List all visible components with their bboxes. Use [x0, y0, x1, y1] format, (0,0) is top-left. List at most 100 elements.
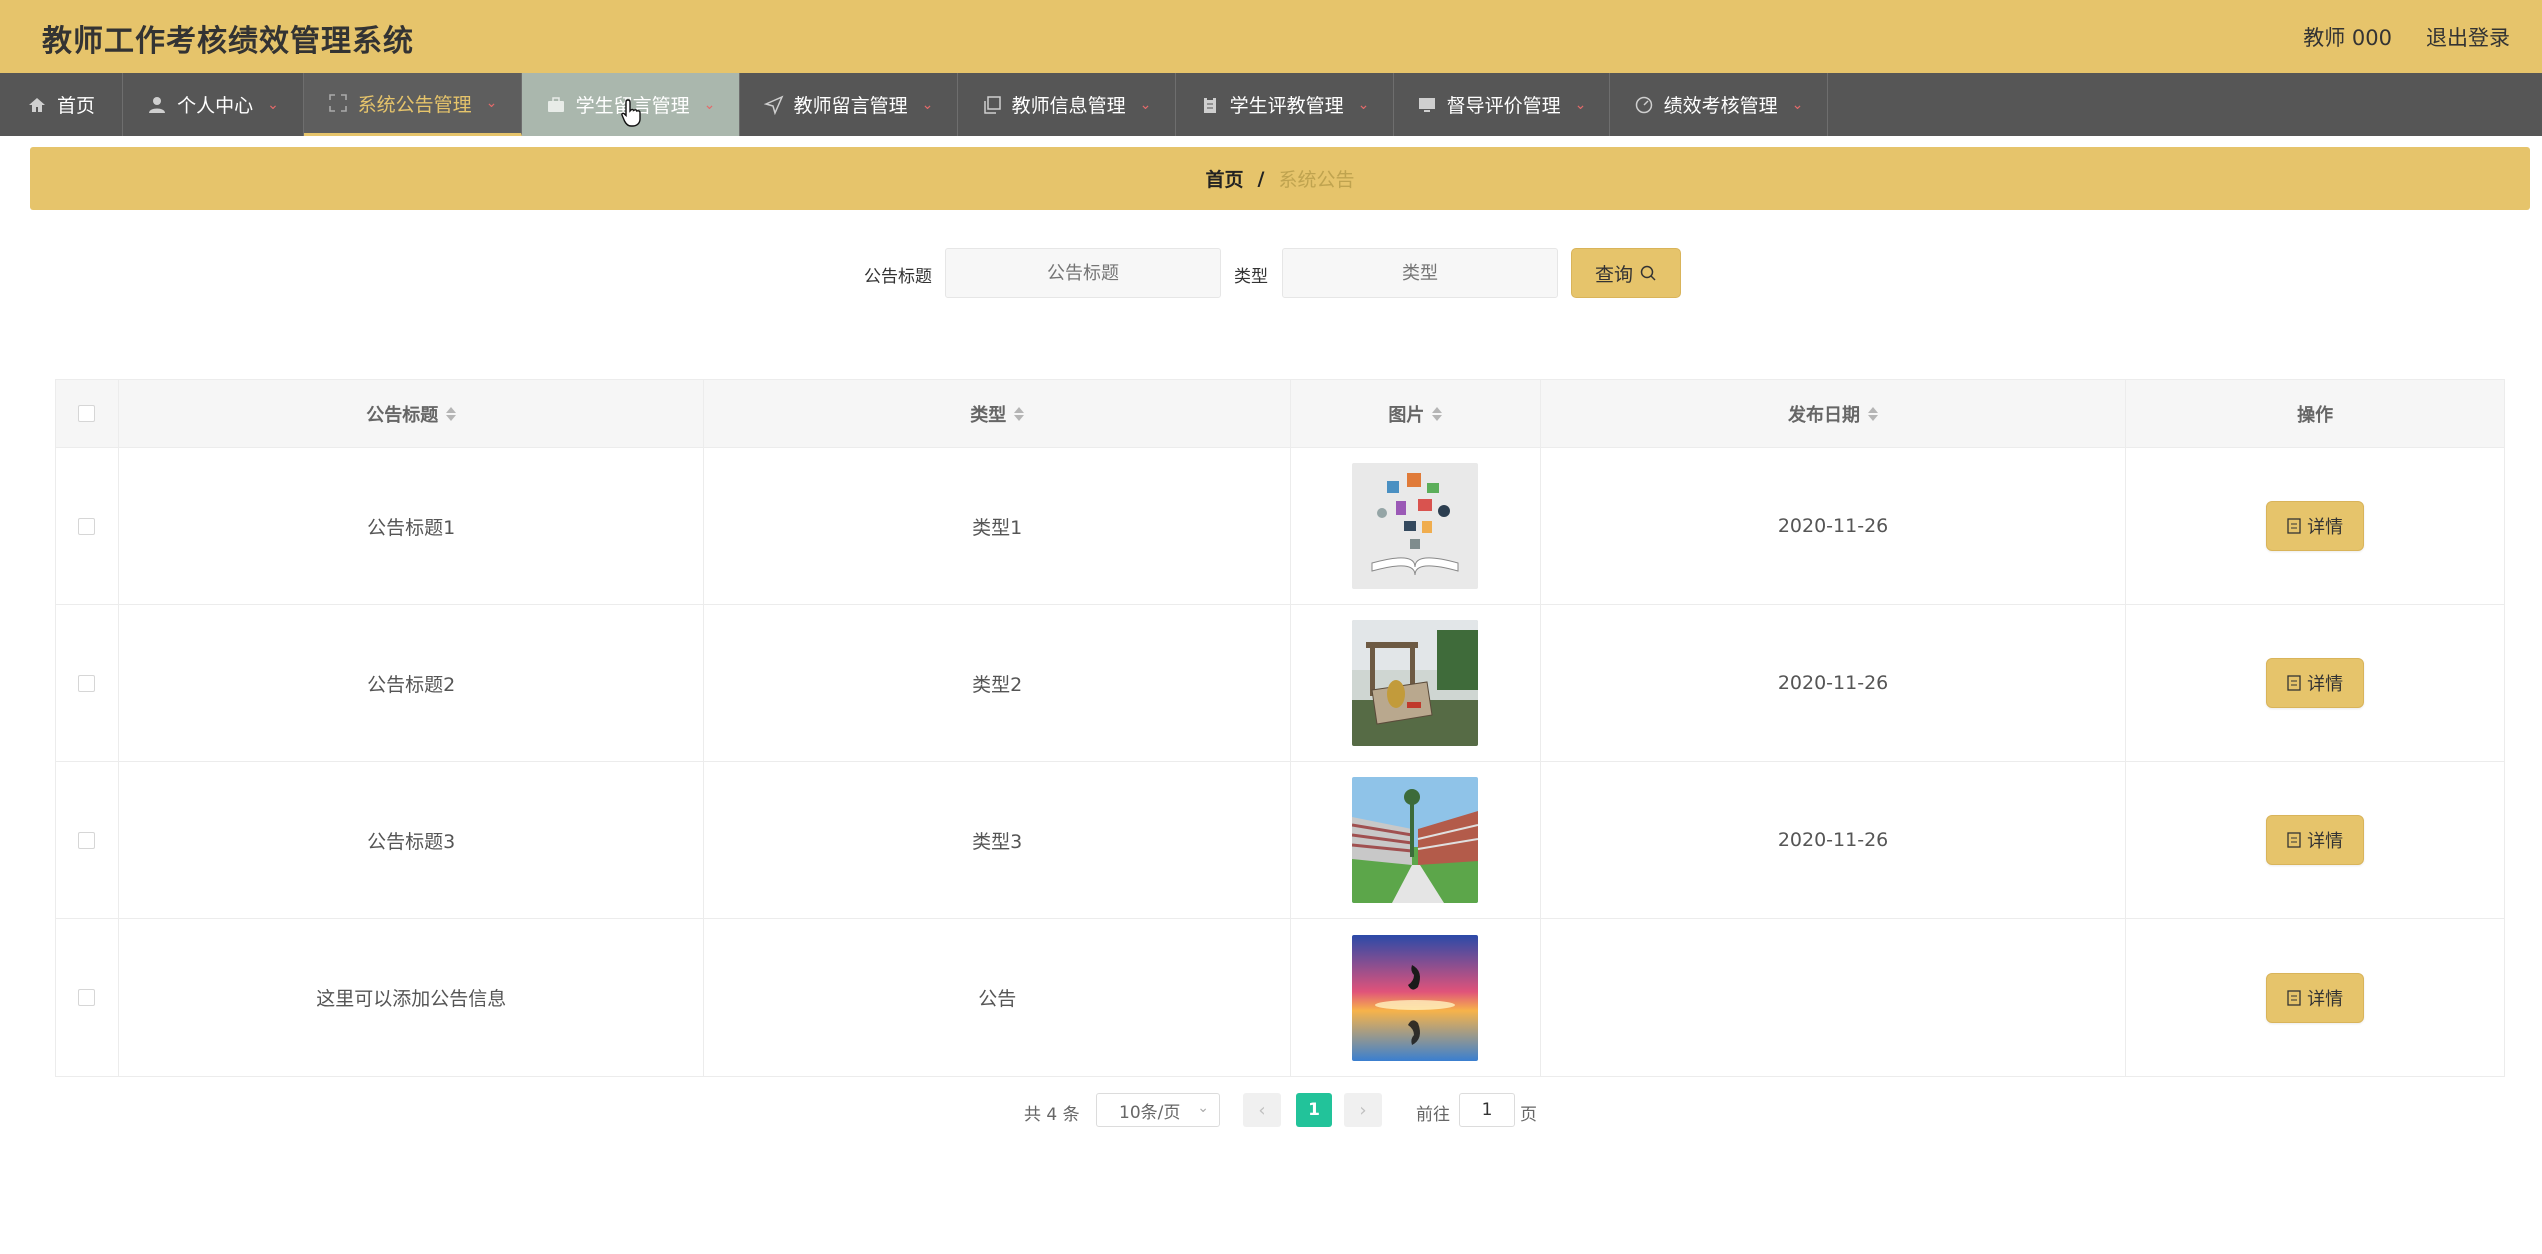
- title-cell: 公告标题1: [119, 448, 705, 604]
- campus-building-image[interactable]: [1352, 777, 1479, 903]
- actions-cell: 详情: [2126, 605, 2504, 761]
- nav-item-performance[interactable]: 绩效考核管理 ⌄: [1610, 73, 1828, 136]
- document-icon: [2287, 989, 2301, 1006]
- page-number-1[interactable]: 1: [1296, 1093, 1332, 1127]
- header-cell-select: [56, 380, 119, 447]
- campus-gate-image[interactable]: [1352, 620, 1479, 746]
- column-header-type: 类型: [970, 404, 1007, 426]
- actions-cell: 详情: [2126, 448, 2504, 604]
- query-button[interactable]: 查询: [1571, 248, 1681, 298]
- type-cell: 公告: [704, 919, 1291, 1076]
- chevron-down-icon: ⌄: [1574, 96, 1587, 113]
- header-cell-image[interactable]: 图片: [1291, 380, 1541, 447]
- image-cell: [1291, 605, 1541, 761]
- row-checkbox[interactable]: [78, 831, 96, 849]
- breadcrumb-current: 系统公告: [1278, 169, 1355, 191]
- main-nav: 首页 个人中心 ⌄ 系统公告管理 ⌄ 学生留言管理 ⌄ 教师留言管理 ⌄ 教师信…: [0, 73, 2542, 136]
- table-row: 公告标题3 类型3 2020-11-26 详情: [56, 762, 2504, 919]
- date-cell: [1541, 919, 2127, 1076]
- nav-item-label: 首页: [56, 95, 95, 117]
- title-cell: 公告标题2: [119, 605, 705, 761]
- send-icon: [763, 95, 784, 115]
- row-checkbox[interactable]: [78, 989, 96, 1006]
- page-size-select[interactable]: 10条/页 ⌄: [1096, 1093, 1220, 1127]
- logout-link[interactable]: 退出登录: [2426, 22, 2510, 52]
- row-select-cell: [56, 605, 119, 761]
- detail-button[interactable]: 详情: [2266, 658, 2365, 708]
- row-checkbox[interactable]: [78, 517, 96, 535]
- hand-cursor-icon: [621, 99, 641, 127]
- date-cell: 2020-11-26: [1541, 605, 2127, 761]
- monitor-icon: [1418, 97, 1435, 112]
- breadcrumb-home[interactable]: 首页: [1206, 165, 1244, 192]
- page-size-value: 10条/页: [1119, 1102, 1181, 1123]
- column-header-image: 图片: [1388, 404, 1425, 426]
- table-row: 这里可以添加公告信息 公告 详情: [56, 919, 2504, 1076]
- chevron-down-icon: ⌄: [1197, 1100, 1209, 1116]
- fullscreen-icon: [328, 94, 347, 112]
- detail-button[interactable]: 详情: [2266, 972, 2365, 1023]
- detail-button[interactable]: 详情: [2266, 815, 2365, 865]
- sort-icon[interactable]: [1868, 406, 1879, 421]
- date-cell: 2020-11-26: [1541, 762, 2127, 918]
- title-search-input[interactable]: [945, 248, 1221, 298]
- column-header-title: 公告标题: [366, 404, 439, 426]
- dolphin-sunset-image[interactable]: [1352, 934, 1479, 1061]
- goto-label: 前往: [1416, 1105, 1450, 1125]
- chevron-left-icon: ‹: [1258, 1099, 1266, 1121]
- home-icon: [28, 97, 45, 112]
- book-image[interactable]: [1352, 463, 1479, 589]
- row-select-cell: [56, 919, 119, 1076]
- app-title: 教师工作考核绩效管理系统: [42, 24, 414, 59]
- sort-icon[interactable]: [1432, 406, 1443, 421]
- image-cell: [1291, 919, 1541, 1076]
- sort-icon[interactable]: [1014, 406, 1025, 421]
- next-page-button[interactable]: ›: [1344, 1093, 1382, 1127]
- date-cell: 2020-11-26: [1541, 448, 2127, 604]
- nav-item-student-evaluation[interactable]: 学生评教管理 ⌄: [1176, 73, 1394, 136]
- document-icon: [2287, 518, 2301, 534]
- select-all-checkbox[interactable]: [78, 405, 96, 422]
- nav-item-supervisor-evaluation[interactable]: 督导评价管理 ⌄: [1394, 73, 1610, 136]
- column-header-actions: 操作: [2297, 404, 2334, 426]
- nav-item-announcements[interactable]: 系统公告管理 ⌄: [304, 73, 522, 136]
- header-cell-date[interactable]: 发布日期: [1541, 380, 2127, 447]
- chevron-right-icon: ›: [1359, 1099, 1367, 1121]
- gauge-icon: [1635, 96, 1652, 113]
- nav-item-label: 绩效考核管理: [1663, 95, 1778, 117]
- row-select-cell: [56, 762, 119, 918]
- type-cell: 类型1: [704, 448, 1291, 604]
- image-cell: [1291, 762, 1541, 918]
- chevron-down-icon: ⌄: [1791, 96, 1804, 113]
- title-search-label: 公告标题: [864, 267, 932, 287]
- header-cell-title[interactable]: 公告标题: [119, 380, 705, 447]
- row-select-cell: [56, 448, 119, 604]
- header-cell-type[interactable]: 类型: [704, 380, 1291, 447]
- nav-item-label: 个人中心: [177, 95, 254, 117]
- row-checkbox[interactable]: [78, 674, 96, 692]
- detail-button[interactable]: 详情: [2266, 501, 2365, 551]
- current-user: 教师 000: [2303, 26, 2392, 50]
- query-button-label: 查询: [1594, 263, 1633, 286]
- search-icon: [1640, 265, 1656, 281]
- briefcase-icon: [547, 96, 564, 112]
- sort-icon[interactable]: [446, 406, 457, 421]
- chevron-down-icon: ⌄: [267, 96, 279, 113]
- type-search-input[interactable]: [1282, 248, 1558, 298]
- detail-button-label: 详情: [2307, 831, 2344, 852]
- chevron-down-icon: ⌄: [1139, 96, 1152, 113]
- nav-item-teacher-info[interactable]: 教师信息管理 ⌄: [958, 73, 1176, 136]
- detail-button-label: 详情: [2307, 517, 2344, 538]
- table-row: 公告标题2 类型2 2020-11-26 详情: [56, 605, 2504, 762]
- copy-icon: [983, 95, 1001, 114]
- nav-item-teacher-messages[interactable]: 教师留言管理 ⌄: [740, 73, 958, 136]
- clipboard-icon: [1203, 95, 1216, 113]
- nav-item-home[interactable]: 首页: [0, 73, 123, 136]
- type-cell: 类型3: [704, 762, 1291, 918]
- image-cell: [1291, 448, 1541, 604]
- goto-page-input[interactable]: [1459, 1093, 1515, 1127]
- nav-item-label: 督导评价管理: [1446, 95, 1561, 117]
- document-icon: [2287, 675, 2301, 691]
- nav-item-personal[interactable]: 个人中心 ⌄: [123, 73, 304, 136]
- prev-page-button[interactable]: ‹: [1243, 1093, 1281, 1127]
